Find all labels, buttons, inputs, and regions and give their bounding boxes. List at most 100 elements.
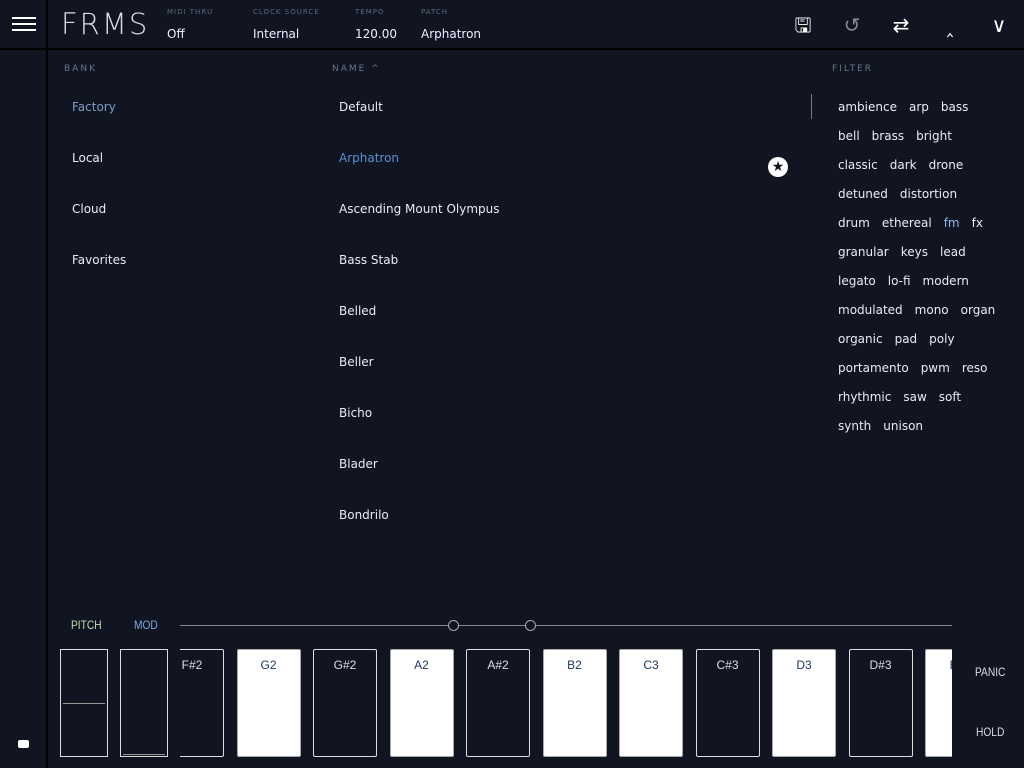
filter-tag[interactable]: rhythmic (838, 390, 891, 404)
chevron-up-icon[interactable]: ‸ (937, 12, 963, 38)
undo-icon[interactable]: ↺ (839, 12, 865, 38)
bank-item[interactable]: Local (72, 151, 103, 165)
range-handle-low[interactable] (448, 620, 459, 631)
patch-item[interactable]: Default (339, 100, 383, 114)
filter-tag-row: modulated mono organ (838, 303, 1007, 323)
filter-tag[interactable]: reso (962, 361, 988, 375)
piano-keyboard: F#2 G2G#2A2A#2B2C3C#3D3D#3E3 (180, 640, 952, 768)
piano-key[interactable]: D3 (772, 649, 836, 757)
piano-key[interactable]: D#3 (848, 649, 913, 757)
header-field-value[interactable]: Off (167, 27, 185, 41)
filter-tag[interactable]: detuned (838, 187, 888, 201)
patch-item[interactable]: Bass Stab (339, 253, 398, 267)
filter-tag[interactable]: organ (961, 303, 996, 317)
pitch-label: PITCH (71, 618, 102, 632)
filter-tag[interactable]: ambience (838, 100, 897, 114)
filter-tag[interactable]: modern (923, 274, 969, 288)
filter-column-header: FILTER (832, 64, 874, 74)
header-field-label: MIDI THRU (167, 8, 214, 16)
piano-key[interactable]: A#2 (466, 649, 530, 757)
filter-tag[interactable]: classic (838, 158, 878, 172)
filter-tag[interactable]: pwm (921, 361, 950, 375)
patch-item[interactable]: Ascending Mount Olympus (339, 202, 500, 216)
filter-tag[interactable]: synth (838, 419, 871, 433)
filter-tag[interactable]: legato (838, 274, 876, 288)
bank-item[interactable]: Factory (72, 100, 116, 114)
filter-tag[interactable]: drum (838, 216, 870, 230)
filter-tag[interactable]: drone (929, 158, 964, 172)
filter-tag[interactable]: fx (972, 216, 983, 230)
filter-tag[interactable]: unison (883, 419, 923, 433)
filter-tag[interactable]: soft (939, 390, 961, 404)
piano-key[interactable]: F#2 (180, 649, 224, 757)
filter-tag[interactable]: saw (903, 390, 926, 404)
filter-tag[interactable]: portamento (838, 361, 909, 375)
filter-tag[interactable]: bell (838, 129, 860, 143)
mod-wheel-indicator (123, 754, 165, 755)
filter-tag[interactable]: arp (909, 100, 929, 114)
filter-tag[interactable]: lead (940, 245, 966, 259)
piano-key[interactable]: C#3 (695, 649, 760, 757)
patch-item[interactable]: Arphatron (339, 151, 399, 165)
mod-label: MOD (134, 618, 158, 632)
filter-tag[interactable]: bass (941, 100, 968, 114)
header-field-label: TEMPO (355, 8, 385, 16)
header-field-label: CLOCK SOURCE (253, 8, 320, 16)
header-field-value[interactable]: 120.00 (355, 27, 397, 41)
shuffle-icon[interactable]: ⇄ (888, 12, 914, 38)
chevron-down-icon[interactable]: ∨ (986, 12, 1012, 38)
filter-tag[interactable]: distortion (900, 187, 957, 201)
header-field-value[interactable]: Internal (253, 27, 299, 41)
piano-key[interactable]: C3 (619, 649, 683, 757)
filter-tag-row: ambience arp bass (838, 100, 980, 120)
filter-tag[interactable]: bright (916, 129, 952, 143)
name-header-label: NAME (332, 64, 367, 74)
filter-tag[interactable]: fm (944, 216, 960, 230)
piano-key[interactable]: G#2 (313, 649, 377, 757)
filter-tag[interactable]: brass (872, 129, 904, 143)
bank-item[interactable]: Favorites (72, 253, 126, 267)
filter-tag[interactable]: ethereal (882, 216, 932, 230)
logo: FRMS (61, 7, 150, 41)
keyboard-range-slider[interactable] (180, 625, 952, 626)
keyboard-toggle-icon[interactable] (18, 740, 29, 748)
piano-key[interactable]: B2 (542, 649, 607, 757)
list-scrollbar[interactable] (811, 94, 812, 119)
bank-item[interactable]: Cloud (72, 202, 106, 216)
header: FRMS MIDI THRU Off CLOCK SOURCE Internal TEM… (0, 0, 1024, 50)
filter-tag[interactable]: keys (901, 245, 928, 259)
filter-tag[interactable]: mono (915, 303, 949, 317)
piano-key[interactable]: A2 (389, 649, 454, 757)
favorite-star-icon[interactable]: ★ (768, 157, 788, 177)
filter-tag[interactable]: organic (838, 332, 883, 346)
header-field-label: PATCH (421, 8, 449, 16)
filter-tag[interactable]: pad (895, 332, 918, 346)
patch-item[interactable]: Beller (339, 355, 374, 369)
hold-button[interactable]: HOLD (976, 725, 1004, 739)
filter-tag-row: classic dark drone (838, 158, 975, 178)
filter-tag[interactable]: granular (838, 245, 889, 259)
panic-button[interactable]: PANIC (975, 665, 1005, 679)
menu-icon[interactable] (12, 17, 36, 31)
mod-wheel[interactable] (120, 649, 168, 757)
patch-item[interactable]: Bicho (339, 406, 372, 420)
filter-tag[interactable]: poly (929, 332, 954, 346)
sort-asc-icon: ^ (371, 64, 381, 74)
filter-tag-row: drum ethereal fm fx (838, 216, 995, 236)
filter-tag-row: detuned distortion (838, 187, 969, 207)
piano-key[interactable]: G2 (236, 649, 301, 757)
filter-tag-row: rhythmic saw soft (838, 390, 973, 410)
header-field-value[interactable]: Arphatron (421, 27, 481, 41)
name-column-header[interactable]: NAME ^ (332, 64, 381, 74)
filter-tag[interactable]: dark (890, 158, 917, 172)
pitch-wheel[interactable] (60, 649, 108, 757)
filter-tag-row: granular keys lead (838, 245, 978, 265)
range-handle-high[interactable] (525, 620, 536, 631)
save-icon[interactable]: 🖫 (790, 12, 816, 38)
patch-item[interactable]: Bondrilo (339, 508, 389, 522)
filter-tag[interactable]: lo-fi (888, 274, 911, 288)
filter-tag[interactable]: modulated (838, 303, 903, 317)
patch-item[interactable]: Belled (339, 304, 376, 318)
patch-item[interactable]: Blader (339, 457, 378, 471)
piano-key[interactable]: E3 (925, 649, 952, 757)
